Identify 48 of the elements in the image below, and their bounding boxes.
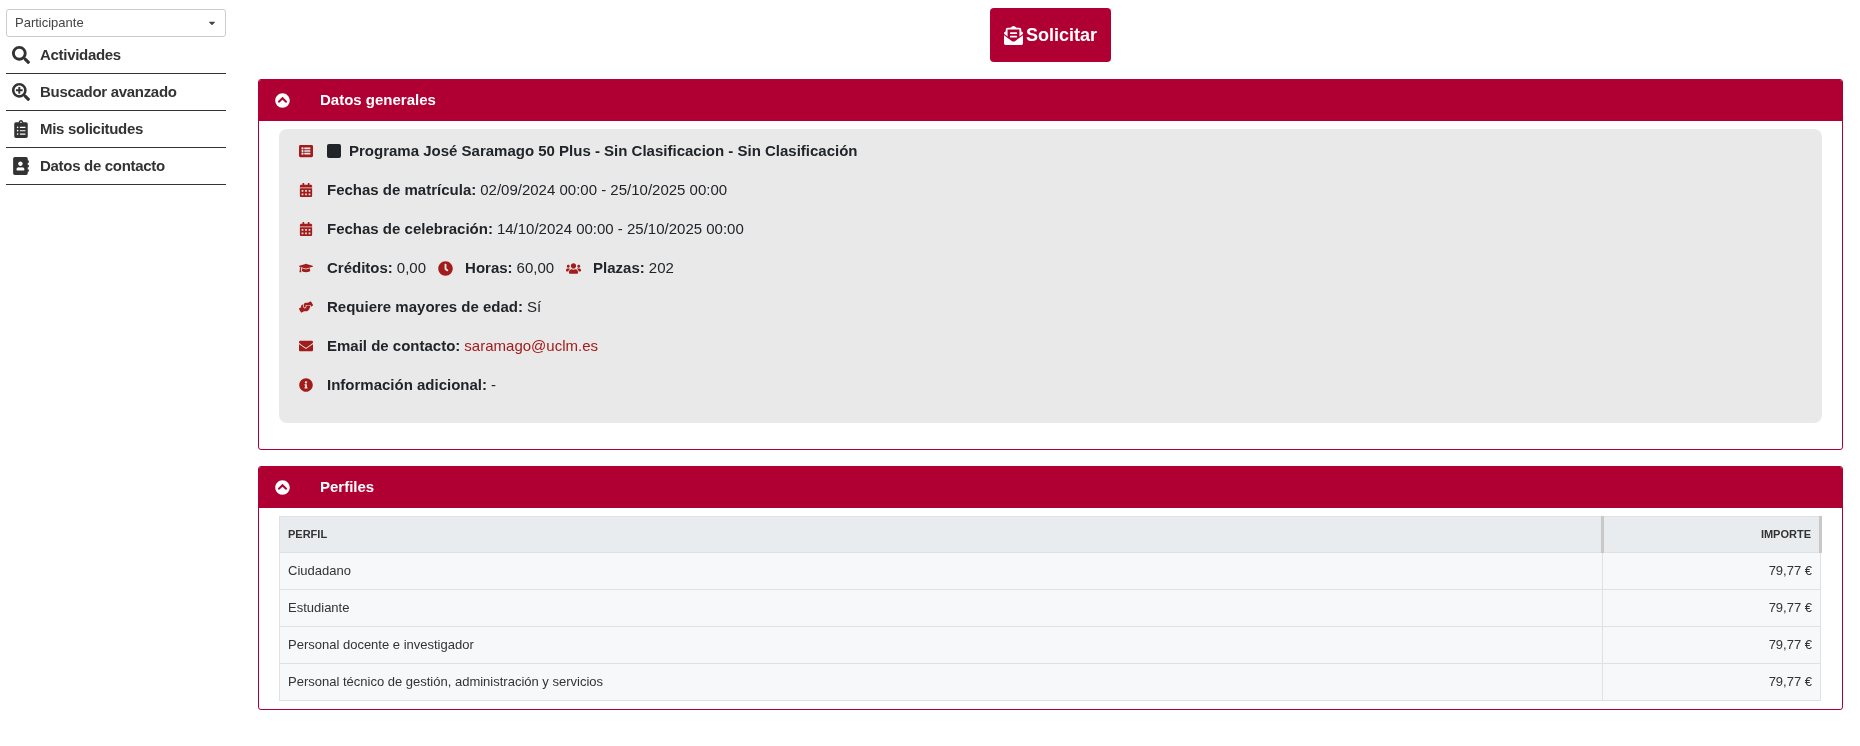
search-icon — [12, 46, 30, 64]
table-cell: 79,77 € — [1602, 626, 1821, 664]
field-label: Plazas: — [593, 257, 645, 278]
field-value: 14/10/2024 00:00 - 25/10/2025 00:00 — [496, 218, 744, 239]
nav-item[interactable]: Datos de contacto — [6, 148, 226, 185]
field-label: Fechas de matrícula: — [327, 179, 477, 200]
table-cell: 79,77 € — [1602, 552, 1821, 590]
collapse-icon — [275, 93, 290, 108]
envelope-icon — [299, 339, 313, 353]
handshake-icon — [299, 300, 313, 314]
field-value: Sí — [526, 296, 542, 317]
program-title: Programa José Saramago 50 Plus - Sin Clasificacion - Sin Clasificación — [349, 140, 858, 161]
envelope-icon — [1004, 25, 1023, 45]
table-cell: 79,77 € — [1602, 663, 1821, 701]
contact-card-icon — [12, 157, 30, 175]
email-link[interactable]: saramago@uclm.es — [464, 334, 598, 358]
panel-title: Datos generales — [320, 90, 436, 111]
graduation-cap-icon — [299, 261, 313, 275]
field-value: - — [491, 374, 497, 395]
panel-title: Perfiles — [320, 477, 375, 498]
collapse-icon — [275, 480, 290, 495]
zoom-in-icon — [12, 83, 30, 101]
list-icon — [299, 144, 313, 158]
field-value: 02/09/2024 00:00 - 25/10/2025 00:00 — [480, 179, 728, 200]
panel-header[interactable]: Datos generales — [259, 80, 1842, 121]
table-cell: Personal técnico de gestión, administración y servicios — [279, 663, 1603, 701]
role-select[interactable]: Participante — [6, 9, 226, 37]
field-label: Email de contacto: — [327, 335, 461, 356]
field-label: Fechas de celebración: — [327, 218, 493, 239]
calendar-icon — [299, 222, 313, 236]
field-label: Horas: — [465, 257, 513, 278]
nav-item[interactable]: Buscador avanzado — [6, 74, 226, 111]
field-value: 60,00 — [516, 257, 555, 278]
calendar-icon — [299, 183, 313, 197]
table-cell: 79,77 € — [1602, 589, 1821, 627]
request-button[interactable]: Solicitar — [990, 8, 1111, 62]
field-label: Créditos: — [327, 257, 393, 278]
people-icon — [566, 260, 582, 276]
panel-header[interactable]: Perfiles — [259, 467, 1842, 508]
field-label: Requiere mayores de edad: — [327, 296, 523, 317]
field-label: Información adicional: — [327, 374, 488, 395]
nav-item[interactable]: Mis solicitudes — [6, 111, 226, 148]
clock-icon — [438, 260, 454, 276]
clipboard-icon — [12, 120, 30, 138]
info-icon — [299, 378, 313, 392]
field-value: 202 — [648, 257, 674, 278]
field-value: 0,00 — [396, 257, 427, 278]
nav-item[interactable]: Actividades — [6, 37, 226, 74]
